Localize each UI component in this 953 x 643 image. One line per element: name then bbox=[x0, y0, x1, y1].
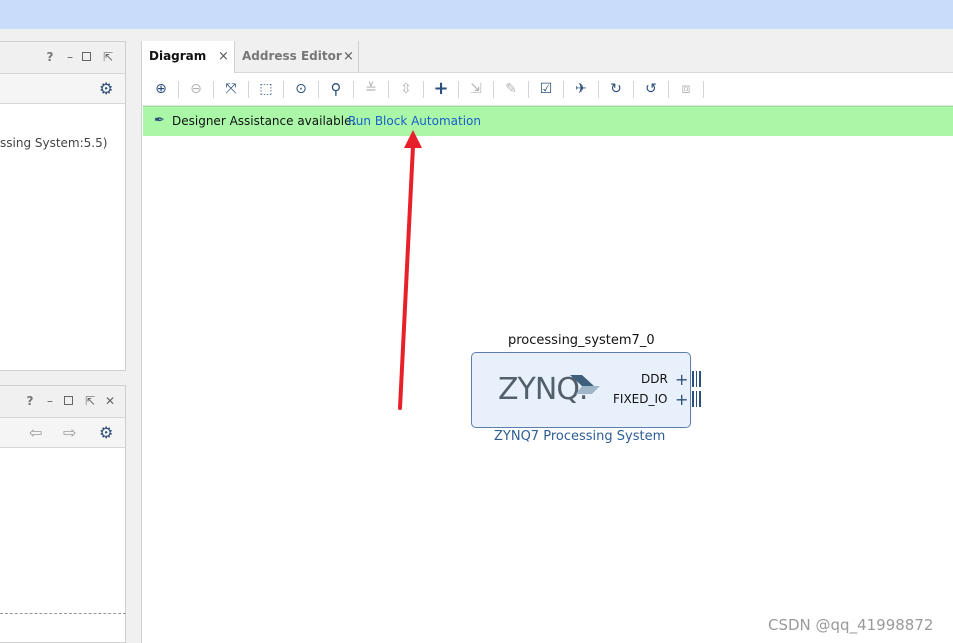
annotation-arrow bbox=[398, 130, 422, 410]
watermark: CSDN @qq_41998872 bbox=[768, 616, 934, 634]
